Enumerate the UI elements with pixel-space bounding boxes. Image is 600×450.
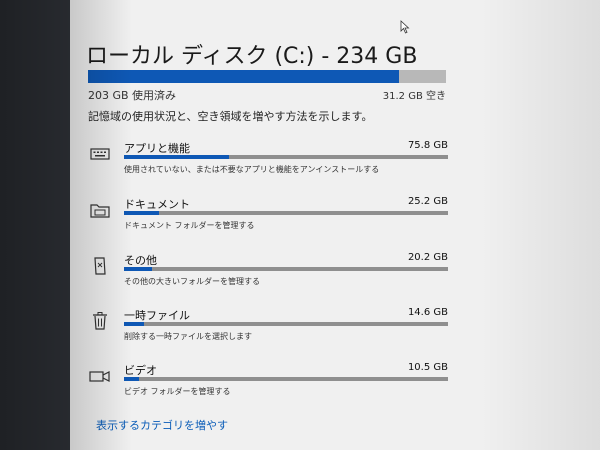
mouse-cursor-icon bbox=[400, 20, 410, 34]
category-name: その他 bbox=[124, 254, 157, 267]
category-usage-bar bbox=[124, 155, 448, 159]
category-usage-bar-fill bbox=[124, 322, 145, 326]
category-size: 25.2 GB bbox=[407, 196, 448, 207]
category-usage-bar bbox=[124, 322, 448, 326]
category-description: ビデオ フォルダーを管理する bbox=[124, 387, 231, 396]
category-usage-bar-fill bbox=[124, 155, 229, 159]
category-video[interactable]: ビデオ 10.5 GB ビデオ フォルダーを管理する bbox=[88, 362, 448, 406]
category-usage-bar-fill bbox=[124, 377, 139, 381]
category-size: 75.8 GB bbox=[407, 140, 448, 151]
category-name: 一時ファイル bbox=[124, 309, 190, 322]
category-documents[interactable]: ドキュメント 25.2 GB ドキュメント フォルダーを管理する bbox=[88, 196, 448, 240]
usage-description: 記憶域の使用状況と、空き領域を増やす方法を示します。 bbox=[88, 110, 373, 123]
category-temporary-files[interactable]: 一時ファイル 14.6 GB 削除する一時ファイルを選択します bbox=[88, 307, 448, 351]
storage-panel: ローカル ディスク (C:) - 234 GB 203 GB 使用済み 31.2… bbox=[70, 0, 600, 450]
page-title: ローカル ディスク (C:) - 234 GB bbox=[86, 44, 418, 69]
show-more-categories-link[interactable]: 表示するカテゴリを増やす bbox=[96, 417, 228, 433]
category-name: ビデオ bbox=[124, 364, 157, 377]
used-space-label: 203 GB 使用済み bbox=[88, 89, 177, 102]
category-size: 10.5 GB bbox=[407, 362, 448, 373]
category-name: アプリと機能 bbox=[124, 142, 190, 155]
category-usage-bar bbox=[124, 267, 448, 271]
category-description: その他の大きいフォルダーを管理する bbox=[124, 277, 260, 286]
category-description: 削除する一時ファイルを選択します bbox=[124, 332, 252, 341]
category-usage-bar bbox=[124, 377, 448, 381]
screen: ローカル ディスク (C:) - 234 GB 203 GB 使用済み 31.2… bbox=[0, 0, 600, 450]
category-description: ドキュメント フォルダーを管理する bbox=[124, 221, 255, 230]
category-description: 使用されていない、または不要なアプリと機能をアンインストールする bbox=[124, 165, 380, 174]
trash-icon bbox=[88, 310, 112, 332]
category-size: 20.2 GB bbox=[407, 252, 448, 263]
category-usage-bar-fill bbox=[124, 267, 152, 271]
other-file-icon bbox=[88, 255, 112, 277]
video-camera-icon bbox=[88, 365, 112, 387]
storage-usage-bar bbox=[88, 70, 446, 83]
keyboard-icon bbox=[88, 143, 112, 165]
category-size: 14.6 GB bbox=[407, 307, 448, 318]
category-other[interactable]: その他 20.2 GB その他の大きいフォルダーを管理する bbox=[88, 252, 448, 296]
category-name: ドキュメント bbox=[124, 198, 190, 211]
free-space-label: 31.2 GB 空き bbox=[382, 91, 446, 102]
category-usage-bar bbox=[124, 211, 448, 215]
storage-usage-bar-fill bbox=[88, 70, 399, 83]
category-apps[interactable]: アプリと機能 75.8 GB 使用されていない、または不要なアプリと機能をアンイ… bbox=[88, 140, 448, 184]
folder-icon bbox=[88, 199, 112, 221]
category-usage-bar-fill bbox=[124, 211, 159, 215]
